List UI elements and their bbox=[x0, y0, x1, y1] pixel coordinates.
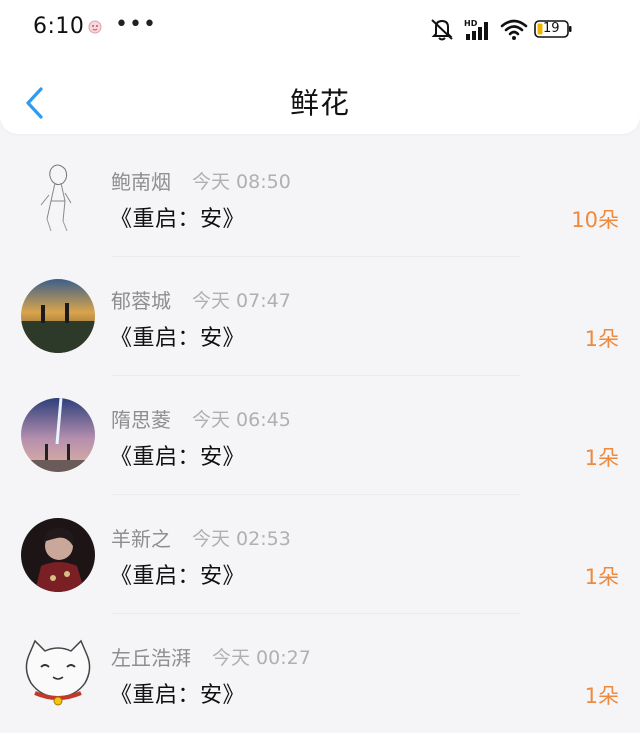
book-title[interactable]: 《重启：安》 bbox=[110, 677, 245, 709]
user-name: 羊新之 bbox=[111, 527, 171, 551]
user-name: 鲍南烟 bbox=[111, 170, 171, 194]
flower-count: 1朵 bbox=[584, 446, 619, 470]
wifi-icon bbox=[500, 19, 528, 40]
flower-count: 1朵 bbox=[584, 565, 619, 589]
avatar-cat[interactable] bbox=[21, 637, 95, 711]
divider bbox=[111, 494, 520, 495]
page-title: 鲜花 bbox=[289, 86, 350, 120]
divider bbox=[111, 613, 520, 614]
signal-hd-icon: HD bbox=[464, 19, 488, 40]
battery-level: 19 bbox=[543, 21, 560, 36]
header-bar: 6:10 ••• HD 19 鲜花 bbox=[0, 0, 640, 134]
user-name: 隋思菱 bbox=[111, 408, 171, 432]
avatar-sunset[interactable] bbox=[21, 279, 95, 353]
app-notification-icon bbox=[88, 20, 102, 34]
avatar-sketch[interactable] bbox=[21, 161, 95, 235]
status-bar: 6:10 ••• HD 19 bbox=[0, 0, 640, 60]
flower-count: 10朵 bbox=[571, 208, 619, 232]
timestamp: 今天 07:47 bbox=[192, 290, 291, 312]
timestamp: 今天 00:27 bbox=[212, 647, 311, 669]
status-more-icon: ••• bbox=[115, 12, 157, 37]
divider bbox=[111, 256, 520, 257]
list-item[interactable]: 鲍南烟 今天 08:50 《重启：安》 10朵 bbox=[0, 139, 640, 257]
avatar-portrait[interactable] bbox=[21, 518, 95, 592]
timestamp: 今天 06:45 bbox=[192, 409, 291, 431]
list-item[interactable]: 羊新之 今天 02:53 《重启：安》 1朵 bbox=[0, 496, 640, 614]
avatar-comet[interactable] bbox=[21, 398, 95, 472]
list-item[interactable]: 隋思菱 今天 06:45 《重启：安》 1朵 bbox=[0, 377, 640, 495]
flower-count: 1朵 bbox=[584, 327, 619, 351]
flower-count: 1朵 bbox=[584, 684, 619, 708]
status-time: 6:10 bbox=[33, 14, 85, 39]
book-title[interactable]: 《重启：安》 bbox=[110, 439, 245, 471]
divider bbox=[111, 375, 520, 376]
book-title[interactable]: 《重启：安》 bbox=[110, 558, 245, 590]
list-item[interactable]: 左丘浩湃 今天 00:27 《重启：安》 1朵 bbox=[0, 615, 640, 733]
silent-bell-icon bbox=[431, 19, 453, 41]
timestamp: 今天 08:50 bbox=[192, 171, 291, 193]
timestamp: 今天 02:53 bbox=[192, 528, 291, 550]
svg-text:HD: HD bbox=[464, 19, 478, 28]
user-name: 左丘浩湃 bbox=[111, 646, 191, 670]
book-title[interactable]: 《重启：安》 bbox=[110, 320, 245, 352]
book-title[interactable]: 《重启：安》 bbox=[110, 201, 245, 233]
user-name: 郁蓉城 bbox=[111, 289, 171, 313]
list-item[interactable]: 郁蓉城 今天 07:47 《重启：安》 1朵 bbox=[0, 258, 640, 376]
